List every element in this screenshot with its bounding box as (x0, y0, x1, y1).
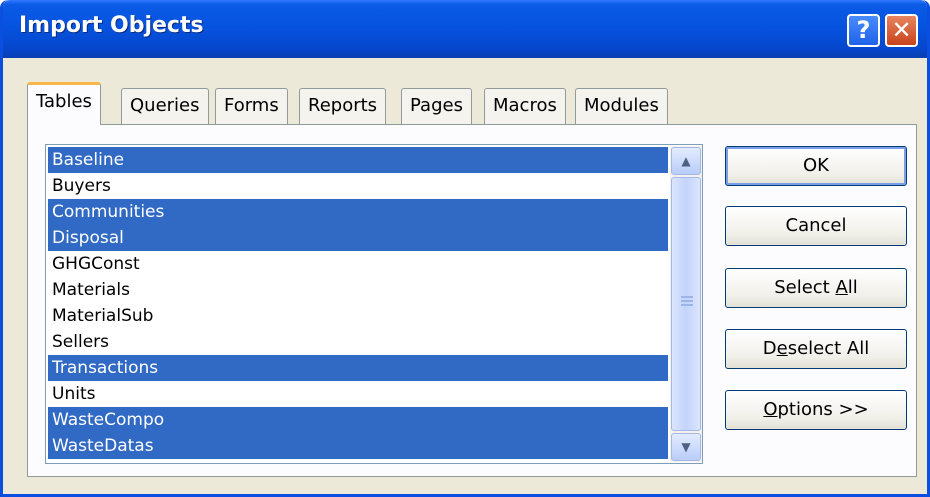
select-all-label: Select (774, 277, 836, 298)
options-label: ptions >> (777, 399, 869, 420)
object-listbox[interactable]: Baseline Buyers Communities Disposal GHG… (45, 144, 703, 464)
select-all-label-end: ll (847, 277, 858, 298)
list-item[interactable]: Units (48, 381, 668, 407)
list-item[interactable]: Sellers (48, 329, 668, 355)
grip-icon (681, 296, 693, 306)
scroll-down-icon[interactable]: ▼ (671, 433, 701, 461)
deselect-all-button[interactable]: Deselect All (725, 329, 907, 369)
list-item[interactable]: MaterialSub (48, 303, 668, 329)
dialog-title: Import Objects (19, 13, 204, 38)
tab-reports[interactable]: Reports (299, 88, 387, 124)
options-mnemonic: O (763, 399, 778, 420)
list-item[interactable]: Disposal (48, 225, 668, 251)
select-all-button[interactable]: Select All (725, 268, 907, 308)
import-objects-dialog: Import Objects ? ✕ Tables Queries Forms … (0, 0, 930, 497)
scroll-up-icon[interactable]: ▲ (671, 147, 701, 175)
list-item[interactable]: Baseline (48, 147, 668, 173)
list-item[interactable]: WasteDatas (48, 433, 668, 459)
tab-modules[interactable]: Modules (575, 88, 668, 124)
options-button[interactable]: Options >> (725, 390, 907, 430)
deselect-all-label: D (762, 338, 777, 359)
tab-tables[interactable]: Tables (27, 82, 101, 125)
cancel-button[interactable]: Cancel (725, 206, 907, 246)
vertical-scrollbar[interactable]: ▲ ▼ (670, 146, 702, 462)
list-item[interactable]: Buyers (48, 173, 668, 199)
scroll-thumb[interactable] (671, 177, 701, 431)
tab-pages[interactable]: Pages (401, 88, 472, 124)
tab-queries[interactable]: Queries (121, 88, 209, 124)
tab-macros[interactable]: Macros (484, 88, 566, 124)
list-item[interactable]: Communities (48, 199, 668, 225)
close-icon[interactable]: ✕ (885, 14, 918, 47)
tab-forms[interactable]: Forms (215, 88, 288, 124)
list-item[interactable]: Materials (48, 277, 668, 303)
title-bar[interactable]: Import Objects ? ✕ (3, 0, 927, 58)
ok-button[interactable]: OK (725, 146, 907, 186)
help-icon[interactable]: ? (847, 14, 880, 47)
deselect-all-mnemonic: e (776, 338, 788, 359)
select-all-mnemonic: A (835, 277, 848, 298)
list-item[interactable]: Transactions (48, 355, 668, 381)
deselect-all-label-end: select All (787, 338, 870, 359)
list-item[interactable]: WasteCompo (48, 407, 668, 433)
list-item[interactable]: GHGConst (48, 251, 668, 277)
